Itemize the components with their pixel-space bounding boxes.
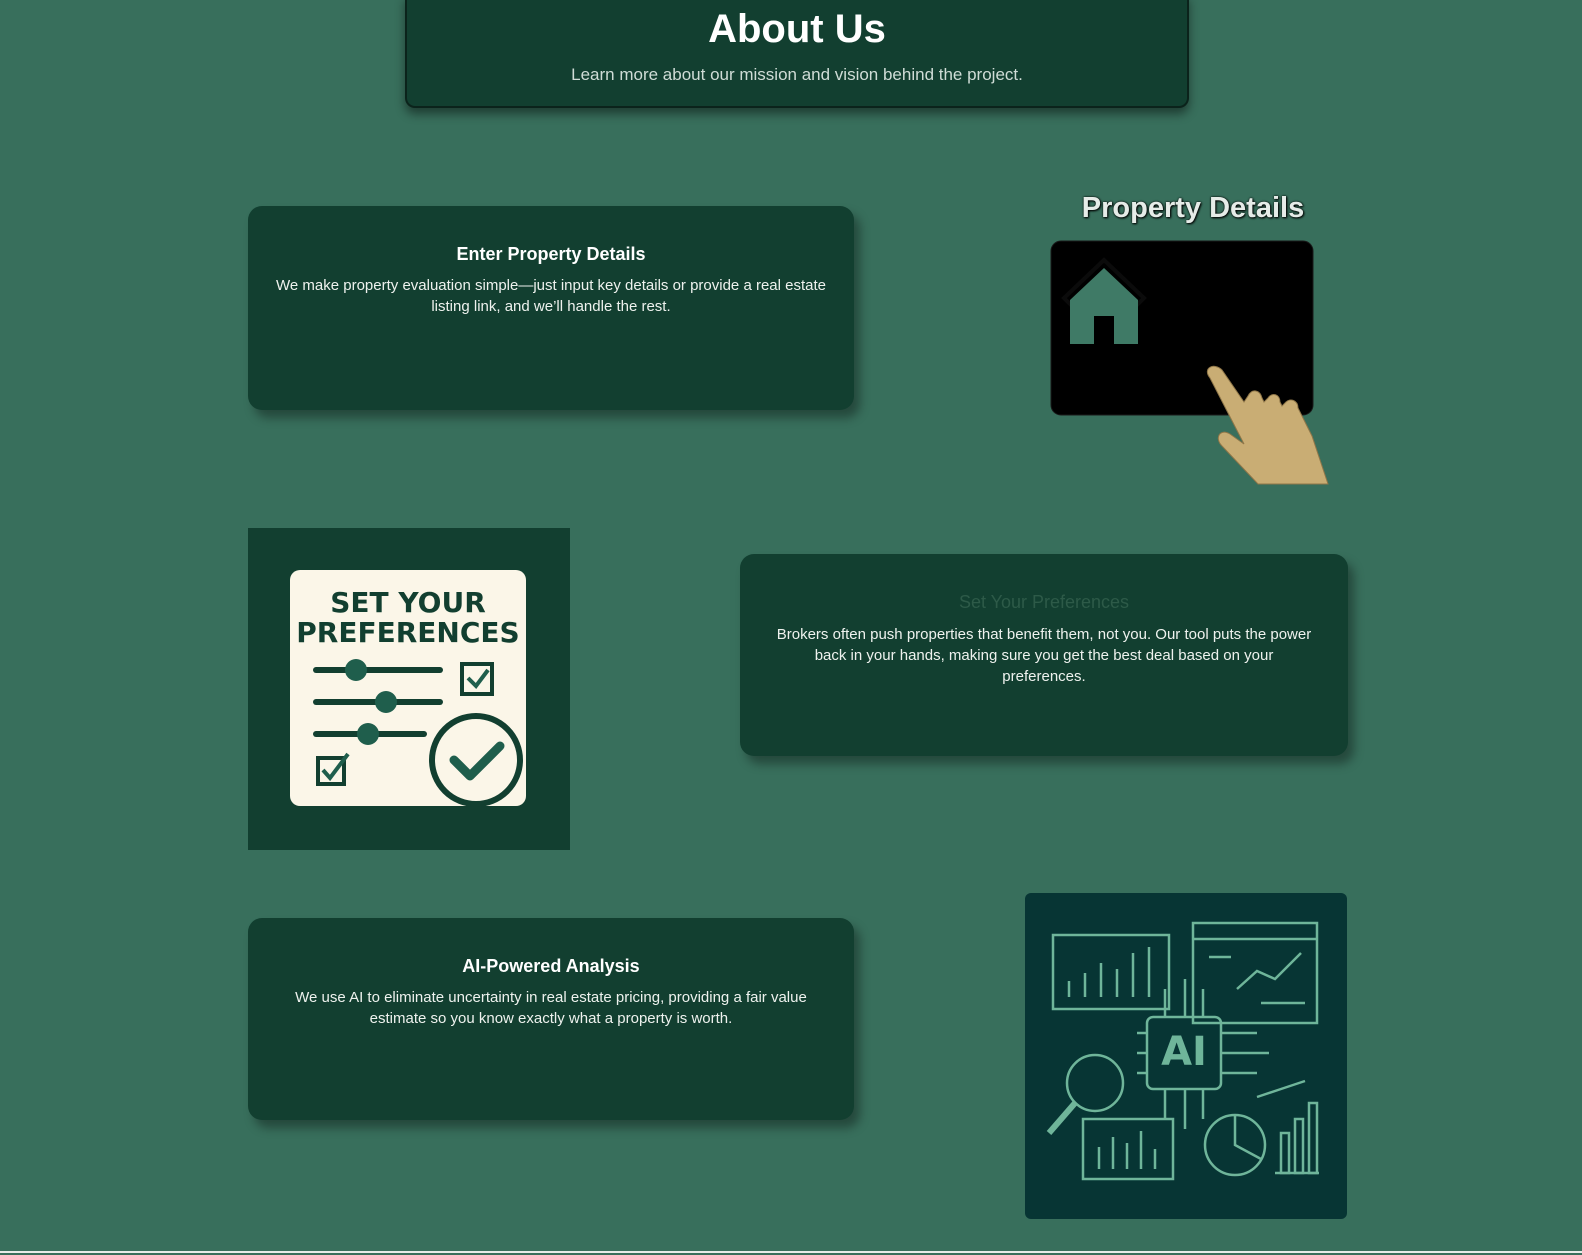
feature-card-text: We use AI to eliminate uncertainty in re…: [295, 989, 807, 1027]
page-subtitle: Learn more about our mission and vision …: [571, 65, 1023, 84]
feature-card-text: We make property evaluation simple—just …: [276, 277, 826, 315]
illustration-heading-line1: SET YOUR: [330, 586, 486, 619]
house-touchscreen-icon: [1050, 240, 1329, 485]
page-title: About Us: [708, 7, 886, 51]
feature-card-title: Enter Property Details: [456, 244, 646, 264]
property-details-illustration-title: Property Details: [1081, 192, 1305, 224]
preferences-checklist-icon: SET YOUR PREFERENCES: [248, 528, 570, 850]
footer-divider: [0, 1251, 1582, 1253]
feature-card-title: AI-Powered Analysis: [462, 956, 640, 976]
feature-card-text: Brokers often push properties that benef…: [776, 626, 1312, 685]
feature-card-set-preferences: Set Your Preferences Brokers often push …: [740, 554, 1348, 756]
feature-card-property-details: Enter Property Details We make property …: [248, 206, 854, 410]
ai-chip-label: AI: [1161, 1029, 1207, 1075]
about-header: About Us Learn more about our mission an…: [405, 0, 1189, 108]
illustration-heading-line2: PREFERENCES: [296, 616, 519, 649]
ai-analytics-icon: AI: [1025, 893, 1347, 1219]
feature-card-title: Set Your Preferences: [958, 592, 1130, 612]
feature-card-ai-analysis: AI-Powered Analysis We use AI to elimina…: [248, 918, 854, 1120]
